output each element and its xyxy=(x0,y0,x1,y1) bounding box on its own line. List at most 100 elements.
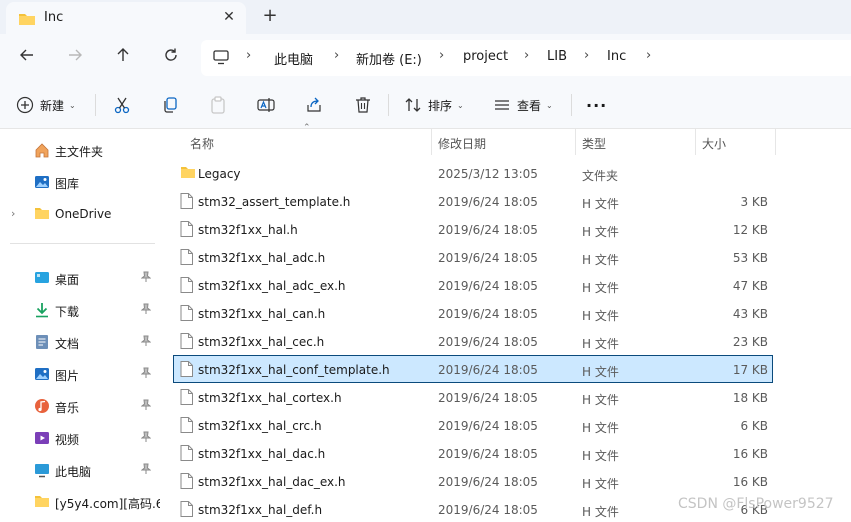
file-row[interactable]: stm32f1xx_hal_cortex.h 2019/6/24 18:05 H 文… xyxy=(174,384,772,410)
sidebar-item-label: 此电脑 xyxy=(55,465,92,479)
file-size: 12 KB xyxy=(732,223,768,237)
file-type: H 文件 xyxy=(582,365,619,379)
file-type: H 文件 xyxy=(582,505,619,519)
file-row[interactable]: stm32f1xx_hal_adc.h 2019/6/24 18:05 H 文件 53… xyxy=(174,244,772,270)
sidebar-item-desktop[interactable]: 桌面 xyxy=(0,264,158,292)
file-row[interactable]: stm32f1xx_hal_dac.h 2019/6/24 18:05 H 文件 16… xyxy=(174,440,772,466)
refresh-button[interactable] xyxy=(159,46,183,70)
separator xyxy=(571,94,572,116)
sidebar-item-pictures[interactable]: 图片 xyxy=(0,360,158,388)
folder-row[interactable]: Legacy 2025/3/12 13:05 文件夹 xyxy=(174,160,772,186)
file-modified-date: 2019/6/24 18:05 xyxy=(438,223,538,237)
chevron-down-icon: ⌄ xyxy=(546,100,553,110)
new-tab-button[interactable]: + xyxy=(260,6,280,26)
sidebar-item-label: 视频 xyxy=(55,433,80,447)
video-icon xyxy=(34,430,50,446)
file-icon xyxy=(180,417,194,433)
music-icon xyxy=(34,398,50,414)
file-size: 6 KB xyxy=(740,419,768,433)
separator xyxy=(95,94,96,116)
file-row[interactable]: stm32f1xx_hal_can.h 2019/6/24 18:05 H 文件 43… xyxy=(174,300,772,326)
cut-button[interactable] xyxy=(113,94,131,116)
file-icon xyxy=(180,389,194,405)
new-button[interactable]: 新建 ⌄ xyxy=(16,94,76,116)
breadcrumb-lib[interactable]: LIB xyxy=(547,49,567,64)
column-divider[interactable] xyxy=(695,129,696,155)
column-header-name[interactable]: 名称 xyxy=(190,135,214,152)
file-row[interactable]: stm32f1xx_hal_cec.h 2019/6/24 18:05 H 文件 23… xyxy=(174,328,772,354)
file-type: H 文件 xyxy=(582,337,619,351)
file-list: ⌃ 名称 修改日期 类型 大小 Legacy 2025/3/12 13:05 文件夹… xyxy=(160,123,851,520)
paste-button[interactable] xyxy=(209,94,227,116)
delete-button[interactable] xyxy=(354,94,372,116)
file-name: stm32_assert_template.h xyxy=(198,195,351,209)
arrow-left-icon xyxy=(20,49,33,61)
copy-button[interactable] xyxy=(161,94,179,116)
file-row[interactable]: stm32f1xx_hal_conf_template.h 2019/6/24 1… xyxy=(173,355,773,383)
column-header-type[interactable]: 类型 xyxy=(582,135,606,152)
close-tab-button[interactable]: ✕ xyxy=(220,8,238,26)
column-divider[interactable] xyxy=(431,129,432,155)
share-button[interactable] xyxy=(305,94,323,116)
pin-icon[interactable] xyxy=(140,303,152,317)
sidebar-item-home[interactable]: 主文件夹 xyxy=(0,136,158,164)
computer-icon xyxy=(34,462,50,478)
file-type: H 文件 xyxy=(582,393,619,407)
forward-button[interactable] xyxy=(63,46,87,70)
pin-icon[interactable] xyxy=(140,463,152,477)
file-icon xyxy=(180,249,194,265)
rename-icon xyxy=(257,98,275,112)
share-icon xyxy=(307,97,321,112)
tab-inc[interactable]: Inc ✕ xyxy=(6,2,246,34)
pictures-icon xyxy=(34,366,50,382)
sidebar-item-music[interactable]: 音乐 xyxy=(0,392,158,420)
file-row[interactable]: stm32f1xx_hal_crc.h 2019/6/24 18:05 H 文件 6 … xyxy=(174,412,772,438)
sidebar-item-downloads[interactable]: 下载 xyxy=(0,296,158,324)
column-header-row: ⌃ 名称 修改日期 类型 大小 xyxy=(160,123,851,155)
breadcrumb-drive-e[interactable]: 新加卷 (E:) xyxy=(356,49,422,68)
file-row[interactable]: stm32f1xx_hal.h 2019/6/24 18:05 H 文件 12 KB xyxy=(174,216,772,242)
navigation-row: › 此电脑 › 新加卷 (E:) › project › LIB › Inc › xyxy=(0,34,851,82)
view-button-label: 查看 xyxy=(517,98,542,113)
column-header-modified[interactable]: 修改日期 xyxy=(438,135,486,152)
more-options-button[interactable]: ··· xyxy=(586,94,607,116)
chevron-right-icon[interactable]: › xyxy=(11,207,15,220)
sidebar-item-folder[interactable]: [y5y4.com][高码.6 xyxy=(0,488,160,516)
file-row[interactable]: stm32f1xx_hal_dac_ex.h 2019/6/24 18:05 H 文… xyxy=(174,468,772,494)
address-bar[interactable]: › 此电脑 › 新加卷 (E:) › project › LIB › Inc › xyxy=(201,40,851,76)
sidebar-item-gallery[interactable]: 图库 xyxy=(0,168,158,196)
sidebar-item-this-pc[interactable]: 此电脑 xyxy=(0,456,158,484)
column-divider[interactable] xyxy=(775,129,776,155)
file-row[interactable]: stm32_assert_template.h 2019/6/24 18:05 H … xyxy=(174,188,772,214)
sidebar-item-onedrive[interactable]: › OneDrive xyxy=(0,200,158,228)
sidebar-item-videos[interactable]: 视频 xyxy=(0,424,158,452)
pin-icon[interactable] xyxy=(140,335,152,349)
file-modified-date: 2019/6/24 18:05 xyxy=(438,391,538,405)
breadcrumb-this-pc[interactable]: 此电脑 xyxy=(274,49,313,68)
rename-button[interactable] xyxy=(257,94,275,116)
trash-icon xyxy=(356,97,370,113)
column-divider[interactable] xyxy=(575,129,576,155)
file-name: stm32f1xx_hal_crc.h xyxy=(198,419,322,433)
arrow-up-icon xyxy=(117,48,129,61)
up-button[interactable] xyxy=(111,46,135,70)
folder-icon xyxy=(34,494,50,510)
pin-icon[interactable] xyxy=(140,367,152,381)
pin-icon[interactable] xyxy=(140,399,152,413)
sort-button-label: 排序 xyxy=(428,98,453,113)
breadcrumb-inc[interactable]: Inc xyxy=(607,49,626,64)
desktop-icon xyxy=(34,270,50,286)
back-button[interactable] xyxy=(15,46,39,70)
sidebar-item-documents[interactable]: 文档 xyxy=(0,328,158,356)
view-button[interactable]: 查看 ⌄ xyxy=(493,94,553,116)
breadcrumb-project[interactable]: project xyxy=(463,49,508,64)
pin-icon[interactable] xyxy=(140,431,152,445)
chevron-down-icon: ⌄ xyxy=(457,100,464,110)
file-row[interactable]: stm32f1xx_hal_adc_ex.h 2019/6/24 18:05 H 文… xyxy=(174,272,772,298)
command-bar: 新建 ⌄ 排序 ⌄ 查看 ⌄ ··· xyxy=(0,82,851,129)
file-name: stm32f1xx_hal_conf_template.h xyxy=(198,363,390,377)
new-button-label: 新建 xyxy=(40,98,65,113)
column-header-size[interactable]: 大小 xyxy=(702,135,726,152)
sort-button[interactable]: 排序 ⌄ xyxy=(404,94,464,116)
pin-icon[interactable] xyxy=(140,271,152,285)
